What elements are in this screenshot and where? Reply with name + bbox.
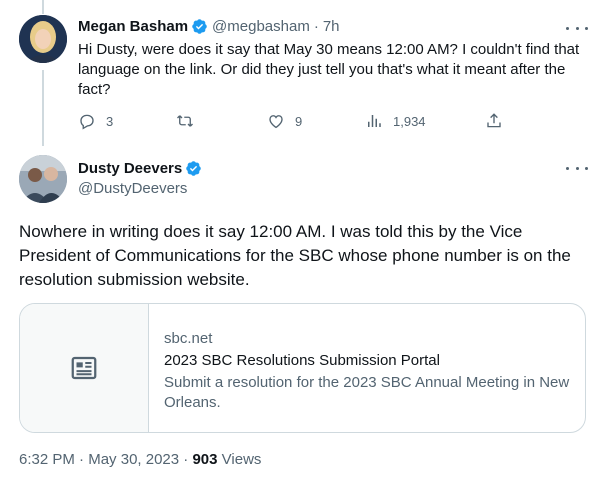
reply-action-bar: 3 9 1,934 xyxy=(78,112,508,134)
avatar-dusty-image xyxy=(19,155,67,203)
main-author-name[interactable]: Dusty Deevers xyxy=(78,160,182,177)
tweet-time[interactable]: 6:32 PM xyxy=(19,451,75,468)
tweet-views-count: 903 xyxy=(192,451,218,468)
article-icon xyxy=(71,356,97,380)
reply-count: 3 xyxy=(106,113,114,129)
avatar-megan-image xyxy=(19,15,67,63)
card-thumbnail xyxy=(20,304,149,432)
like-button[interactable]: 9 xyxy=(267,112,302,130)
views-icon xyxy=(368,115,381,127)
heart-icon xyxy=(269,115,283,129)
avatar-dusty[interactable] xyxy=(19,155,67,203)
verified-badge-icon xyxy=(192,19,207,34)
reply-header: Megan Basham @megbasham · 7h xyxy=(78,18,340,35)
reply-tweet: Megan Basham @megbasham · 7h Hi Dusty, w… xyxy=(0,0,602,150)
verified-badge-icon xyxy=(186,161,201,176)
tweet-metadata: 6:32 PM · May 30, 2023 · 903 Views xyxy=(19,451,261,468)
views-count: 1,934 xyxy=(393,113,426,129)
share-button[interactable] xyxy=(485,112,503,130)
card-title: 2023 SBC Resolutions Submission Portal xyxy=(164,352,440,369)
footer-separator: · xyxy=(74,451,89,468)
reply-button[interactable]: 3 xyxy=(78,112,113,130)
share-icon xyxy=(487,113,501,128)
reply-author-name[interactable]: Megan Basham xyxy=(78,18,188,35)
card-description: Submit a resolution for the 2023 SBC Ann… xyxy=(164,374,570,411)
main-author: Dusty Deevers xyxy=(78,160,202,177)
retweet-button[interactable] xyxy=(176,112,204,130)
main-author-handle[interactable]: @DustyDeevers xyxy=(78,180,187,197)
link-card[interactable]: sbc.net 2023 SBC Resolutions Submission … xyxy=(19,303,586,433)
avatar-megan[interactable] xyxy=(19,15,67,63)
reply-text: Hi Dusty, were does it say that May 30 m… xyxy=(78,41,580,98)
more-icon[interactable] xyxy=(566,161,588,175)
like-count: 9 xyxy=(295,113,303,129)
reply-icon xyxy=(80,114,94,130)
more-icon[interactable] xyxy=(566,21,588,35)
tweet-views-label: Views xyxy=(217,451,262,468)
footer-separator: · xyxy=(179,451,193,468)
header-separator: · xyxy=(313,18,319,35)
card-body: sbc.net 2023 SBC Resolutions Submission … xyxy=(164,329,574,413)
reply-timestamp[interactable]: 7h xyxy=(323,18,340,35)
views-button[interactable]: 1,934 xyxy=(365,112,426,130)
main-tweet-text: Nowhere in writing does it say 12:00 AM.… xyxy=(19,222,571,289)
reply-author-handle[interactable]: @megbasham xyxy=(212,18,310,35)
tweet-date[interactable]: May 30, 2023 xyxy=(88,451,179,468)
retweet-icon xyxy=(177,115,193,127)
card-domain: sbc.net xyxy=(164,330,213,347)
